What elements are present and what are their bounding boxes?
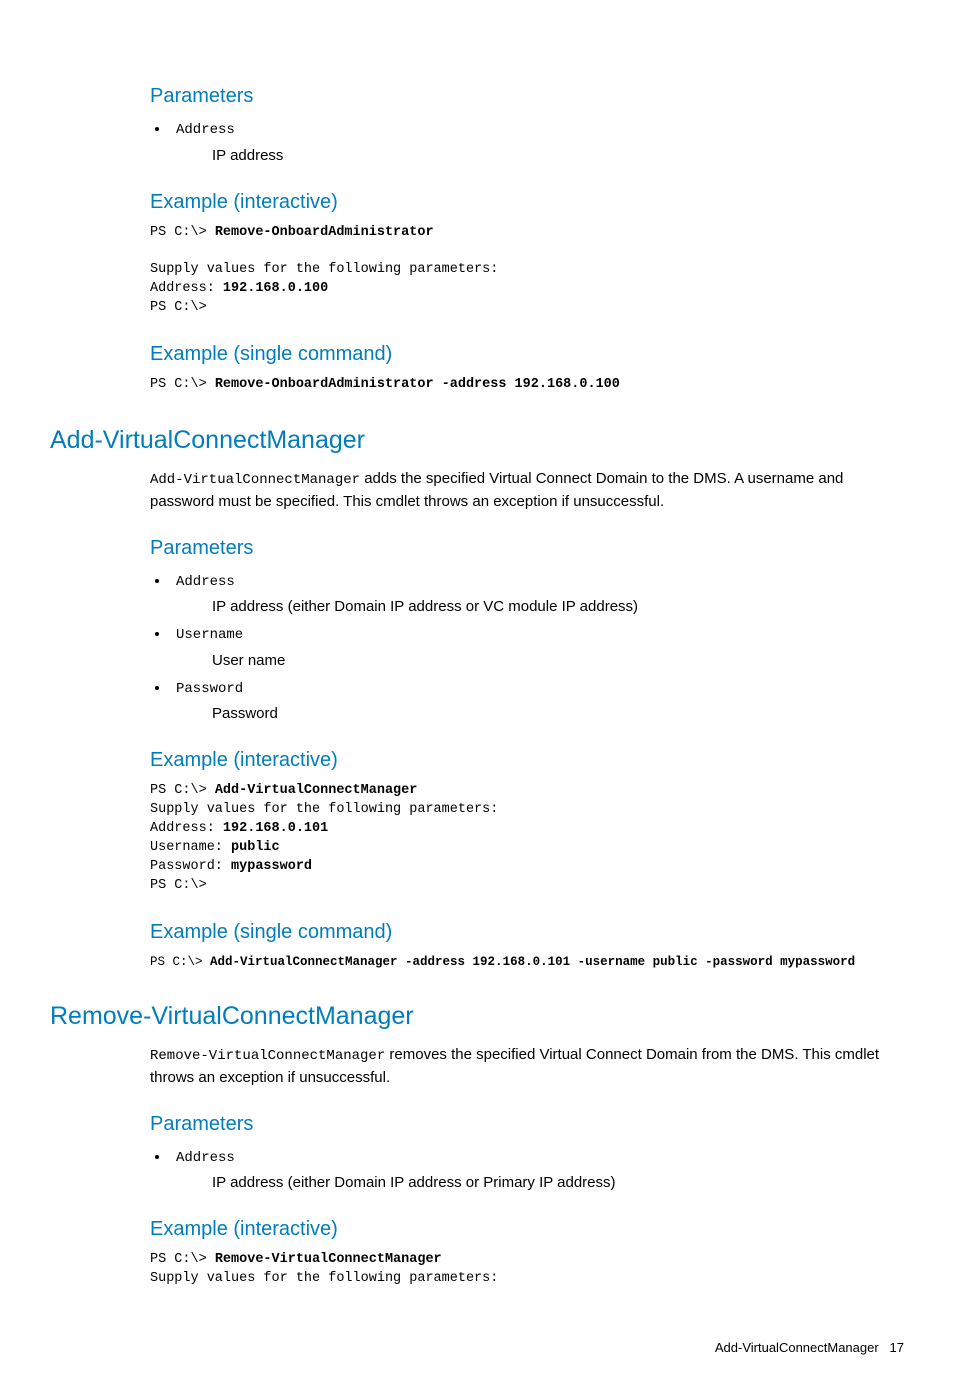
inline-code: Remove-VirtualConnectManager	[150, 1048, 385, 1064]
code-bold: Remove-VirtualConnectManager	[215, 1252, 442, 1267]
code-text: PS C:\>	[150, 225, 215, 240]
code-block: PS C:\> Add-VirtualConnectManager Supply…	[150, 782, 904, 895]
code-text: Supply values for the following paramete…	[150, 262, 498, 277]
list-item: Address IP address (either Domain IP add…	[170, 570, 904, 618]
code-text: PS C:\>	[150, 300, 207, 315]
inline-code: Add-VirtualConnectManager	[150, 472, 360, 488]
section-title-add-vcm: Add-VirtualConnectManager	[50, 423, 904, 458]
example-single-heading: Example (single command)	[150, 340, 904, 368]
list-item: Username User name	[170, 623, 904, 671]
list-item: Address IP address	[170, 118, 904, 166]
param-name: Address	[176, 122, 235, 138]
param-name: Username	[176, 627, 243, 643]
code-text: Username:	[150, 840, 231, 855]
code-text: Supply values for the following paramete…	[150, 802, 498, 817]
param-name: Password	[176, 681, 243, 697]
param-desc: IP address (either Domain IP address or …	[212, 1172, 904, 1193]
parameter-list: Address IP address (either Domain IP add…	[170, 570, 904, 725]
param-name: Address	[176, 1150, 235, 1166]
code-bold: 192.168.0.100	[223, 281, 328, 296]
code-bold: Add-VirtualConnectManager -address 192.1…	[210, 955, 855, 969]
example-interactive-heading: Example (interactive)	[150, 1215, 904, 1243]
code-block: PS C:\> Remove-OnboardAdministrator Supp…	[150, 224, 904, 318]
code-text: PS C:\>	[150, 878, 207, 893]
param-desc: Password	[212, 703, 904, 724]
code-bold: 192.168.0.101	[223, 821, 328, 836]
code-bold: public	[231, 840, 280, 855]
code-block: PS C:\> Remove-VirtualConnectManager Sup…	[150, 1251, 904, 1289]
parameters-heading: Parameters	[150, 534, 904, 562]
parameter-list: Address IP address	[170, 118, 904, 166]
code-block: PS C:\> Add-VirtualConnectManager -addre…	[150, 954, 904, 972]
list-item: Address IP address (either Domain IP add…	[170, 1146, 904, 1194]
section-description: Add-VirtualConnectManager adds the speci…	[150, 468, 904, 512]
footer-title: Add-VirtualConnectManager	[715, 1340, 879, 1355]
code-text: PS C:\>	[150, 783, 215, 798]
code-bold: mypassword	[231, 859, 312, 874]
example-single-heading: Example (single command)	[150, 918, 904, 946]
code-text: PS C:\>	[150, 377, 215, 392]
code-text: PS C:\>	[150, 1252, 215, 1267]
example-interactive-heading: Example (interactive)	[150, 188, 904, 216]
example-interactive-heading: Example (interactive)	[150, 746, 904, 774]
parameters-heading: Parameters	[150, 1110, 904, 1138]
page-number: 17	[890, 1340, 904, 1355]
param-desc: User name	[212, 650, 904, 671]
code-bold: Add-VirtualConnectManager	[215, 783, 418, 798]
param-name: Address	[176, 574, 235, 590]
code-text: Address:	[150, 281, 223, 296]
code-bold: Remove-OnboardAdministrator	[215, 225, 434, 240]
param-desc: IP address (either Domain IP address or …	[212, 596, 904, 617]
section-title-remove-vcm: Remove-VirtualConnectManager	[50, 999, 904, 1034]
code-text: PS C:\>	[150, 955, 210, 969]
code-text: Password:	[150, 859, 231, 874]
code-bold: Remove-OnboardAdministrator -address 192…	[215, 377, 620, 392]
parameter-list: Address IP address (either Domain IP add…	[170, 1146, 904, 1194]
list-item: Password Password	[170, 677, 904, 725]
code-block: PS C:\> Remove-OnboardAdministrator -add…	[150, 376, 904, 395]
code-text: Supply values for the following paramete…	[150, 1271, 498, 1286]
parameters-heading: Parameters	[150, 82, 904, 110]
code-text: Address:	[150, 821, 223, 836]
page-footer: Add-VirtualConnectManager 17	[50, 1339, 904, 1357]
param-desc: IP address	[212, 145, 904, 166]
section-description: Remove-VirtualConnectManager removes the…	[150, 1044, 904, 1088]
